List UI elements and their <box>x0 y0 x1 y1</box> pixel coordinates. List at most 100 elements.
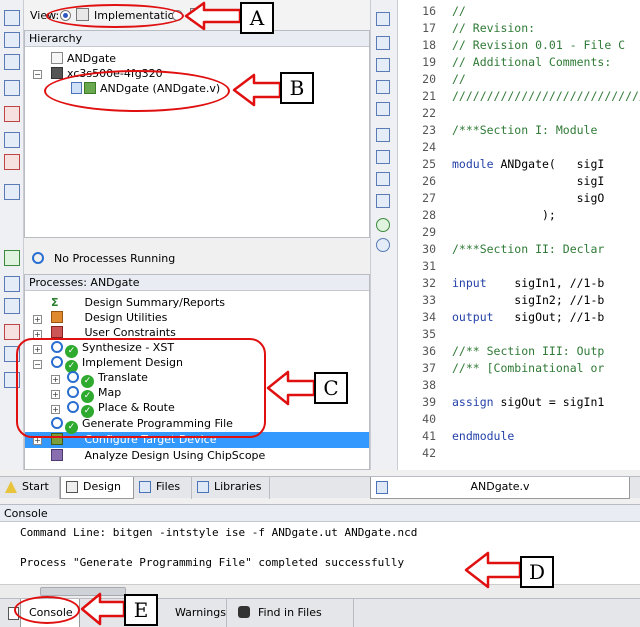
add-copy-icon[interactable] <box>4 54 20 70</box>
check-icon[interactable] <box>4 154 20 170</box>
line-number: 27 <box>422 191 436 205</box>
annotation-label-a: A <box>240 2 274 34</box>
new-source-icon[interactable] <box>4 10 20 26</box>
tab-label: Warnings <box>175 606 226 619</box>
annotation-box-c <box>16 338 266 438</box>
console-title: Console <box>0 504 640 522</box>
line-number: 42 <box>422 446 436 460</box>
annotation-ellipse-a <box>46 4 184 28</box>
code-line[interactable]: module ANDgate( sigI <box>452 157 604 171</box>
hierarchy-project[interactable]: ANDgate <box>51 51 116 67</box>
line-number: 18 <box>422 38 436 52</box>
code-line[interactable]: input sigIn1, //1-b <box>452 276 604 290</box>
annotation-ellipse-e <box>14 596 80 624</box>
tab-warnings[interactable]: Warnings <box>155 599 227 627</box>
expand-icon[interactable]: + <box>33 315 42 324</box>
remove-icon[interactable] <box>4 106 20 122</box>
line-number: 28 <box>422 208 436 222</box>
code-line[interactable]: // Additional Comments: <box>452 55 611 69</box>
tab-label: Start <box>22 480 49 493</box>
forward-icon[interactable] <box>376 238 390 252</box>
start-icon <box>5 481 17 493</box>
process-label: Analyze Design Using ChipScope <box>84 449 266 462</box>
code-line[interactable]: output sigOut; //1-b <box>452 310 604 324</box>
tab-start[interactable]: Start <box>0 477 60 499</box>
code-line[interactable]: // Revision 0.01 - File C <box>452 38 625 52</box>
line-number: 19 <box>422 55 436 69</box>
tab-label: Files <box>156 480 181 493</box>
bookmark-icon[interactable] <box>376 128 390 142</box>
next-bookmark-icon[interactable] <box>376 150 390 164</box>
outdent-icon[interactable] <box>376 36 390 50</box>
properties-icon[interactable] <box>4 132 20 148</box>
code-line[interactable]: // Revision: <box>452 21 535 35</box>
line-number: 39 <box>422 395 436 409</box>
line-number: 17 <box>422 21 436 35</box>
tools-icon <box>51 311 63 323</box>
tab-andgate-v[interactable]: ANDgate.v <box>370 477 630 499</box>
prev-bookmark-icon[interactable] <box>376 172 390 186</box>
chip-icon <box>51 67 63 79</box>
line-number: 22 <box>422 106 436 120</box>
device-collapse-icon[interactable]: − <box>33 70 42 79</box>
code-editor[interactable]: 16 // 17 // Revision: 18 // Revision 0.01 - F… <box>398 0 640 470</box>
sigma-icon: Σ <box>51 296 59 309</box>
add-source-icon[interactable] <box>4 32 20 48</box>
comment-icon[interactable] <box>376 58 390 72</box>
process-analyze-chipscope[interactable]: Analyze Design Using ChipScope <box>51 448 265 464</box>
tab-label: Design <box>83 480 121 493</box>
annotation-label-b: B <box>280 72 314 104</box>
line-number: 34 <box>422 310 436 324</box>
code-line[interactable]: endmodule <box>452 429 514 443</box>
code-line[interactable]: // <box>452 72 466 86</box>
editor-toolbar <box>370 0 398 470</box>
hierarchy-icon[interactable] <box>4 80 20 96</box>
rerun-icon[interactable] <box>4 276 20 292</box>
uncomment-icon[interactable] <box>376 80 390 94</box>
indent-icon[interactable] <box>376 12 390 26</box>
console-line: Process "Generate Programming File" comp… <box>20 556 405 569</box>
code-line[interactable]: //** Section III: Outp <box>452 344 604 358</box>
code-line[interactable]: assign sigOut = sigIn1 <box>452 395 604 409</box>
process-status-bar: No Processes Running <box>24 248 370 270</box>
files-icon <box>139 481 151 493</box>
tab-find-results[interactable]: Find in Files Results <box>228 599 354 627</box>
libraries-icon <box>197 481 209 493</box>
code-line[interactable]: // <box>452 4 466 18</box>
annotation-label-c: C <box>314 372 348 404</box>
process-design-summary[interactable]: Σ Design Summary/Reports <box>51 295 225 311</box>
scroll-thumb[interactable] <box>40 587 126 596</box>
line-number: 29 <box>422 225 436 239</box>
file-icon <box>376 481 388 494</box>
rerun-all-icon[interactable] <box>4 298 20 314</box>
tab-libraries[interactable]: Libraries <box>192 477 270 499</box>
code-line[interactable]: /***Section I: Module <box>452 123 597 137</box>
line-number: 16 <box>422 4 436 18</box>
line-number: 25 <box>422 157 436 171</box>
simulation-icon <box>190 8 204 21</box>
line-number: 31 <box>422 259 436 273</box>
run-icon[interactable] <box>4 250 20 266</box>
code-line[interactable]: //////////////////////////// <box>452 89 640 103</box>
code-line[interactable]: sigI <box>452 174 605 188</box>
code-line[interactable]: sigIn2; //1-b <box>452 293 604 307</box>
editor-tabs: ANDgate.v <box>370 476 640 499</box>
code-line[interactable]: sigO <box>452 191 605 205</box>
stop-icon[interactable] <box>4 324 20 340</box>
tab-files[interactable]: Files <box>134 477 192 499</box>
code-line[interactable]: ); <box>452 208 556 222</box>
refresh-icon <box>32 252 44 264</box>
format-icon[interactable] <box>376 102 390 116</box>
code-line[interactable]: //** [Combinational or <box>452 361 604 375</box>
line-number: 40 <box>422 412 436 426</box>
panel-icon[interactable] <box>4 184 20 200</box>
back-icon[interactable] <box>376 218 390 232</box>
process-design-utilities[interactable]: Design Utilities <box>51 310 167 326</box>
tab-design[interactable]: Design <box>60 477 134 499</box>
constraints-icon <box>51 326 63 338</box>
clear-bookmarks-icon[interactable] <box>376 194 390 208</box>
hierarchy-title: Hierarchy <box>25 31 369 47</box>
line-number: 35 <box>422 327 436 341</box>
code-line[interactable]: /***Section II: Declar <box>452 242 604 256</box>
design-tabs: Start Design Files Libraries <box>0 476 370 499</box>
